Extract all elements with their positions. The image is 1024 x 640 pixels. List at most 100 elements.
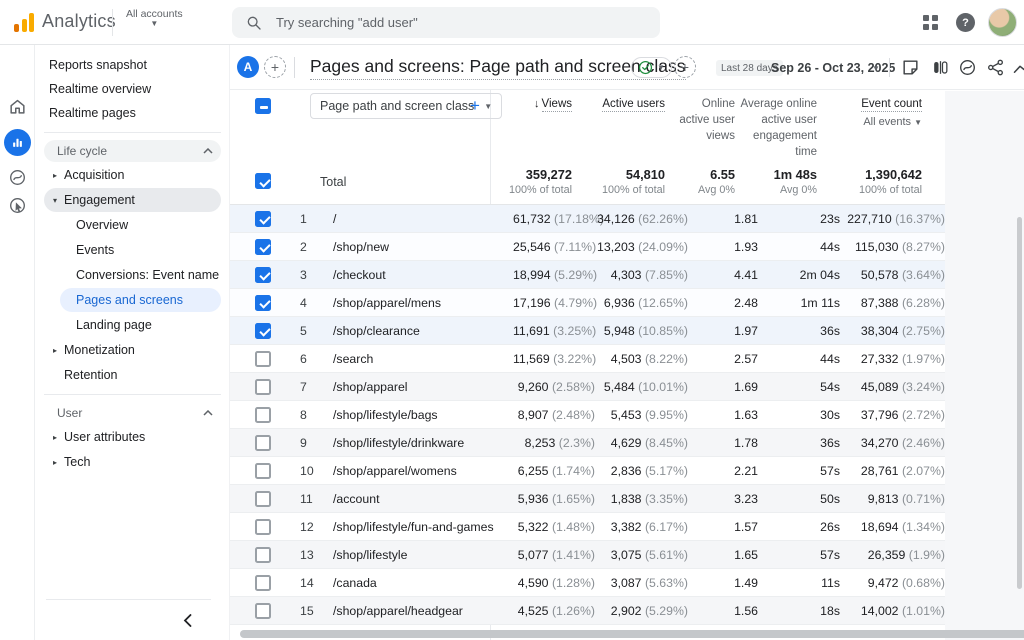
sidebar-item-overview[interactable]: Overview: [60, 213, 221, 237]
analytics-logo-icon: [14, 13, 36, 32]
row-checkbox[interactable]: [255, 519, 271, 535]
row-number: 15: [300, 604, 333, 618]
avatar[interactable]: [988, 8, 1017, 37]
row-checkbox[interactable]: [255, 239, 271, 255]
section-user[interactable]: User: [44, 402, 221, 424]
search-placeholder: Try searching "add user": [276, 15, 418, 30]
views-cell: 4,590 (1.28%): [513, 576, 595, 590]
column-header-online-active-user-views[interactable]: Online active user views: [677, 96, 735, 144]
total-active-users: 54,810100% of total: [602, 167, 665, 196]
active-users-cell: 13,203 (24.09%): [595, 240, 688, 254]
chevron-up-icon: [203, 410, 213, 416]
column-header-active-users[interactable]: Active users: [602, 96, 665, 112]
sidebar-item-monetization[interactable]: ▸Monetization: [44, 338, 221, 362]
engagement-time-cell: 26s: [758, 520, 840, 534]
insights-icon[interactable]: [1012, 58, 1024, 77]
sidebar-item-acquisition[interactable]: ▸Acquisition: [44, 163, 221, 187]
advertising-icon[interactable]: [4, 192, 31, 219]
saved-state-pill[interactable]: ▼: [631, 57, 672, 78]
sidebar-item-conversions[interactable]: Conversions: Event name: [60, 263, 221, 287]
active-users-cell: 5,453 (9.95%): [595, 408, 688, 422]
engagement-time-cell: 36s: [758, 436, 840, 450]
sidebar-item-realtime-pages[interactable]: Realtime pages: [36, 101, 229, 125]
total-engagement-time: 1m 48sAvg 0%: [774, 167, 817, 196]
notes-icon[interactable]: [901, 58, 920, 77]
report-title[interactable]: Pages and screens: Page path and screen …: [310, 56, 686, 80]
row-checkbox[interactable]: [255, 603, 271, 619]
event-count-cell: 9,813 (0.71%): [840, 492, 945, 506]
column-header-avg-engagement-time[interactable]: Average online active user engagement ti…: [733, 96, 817, 160]
column-header-event-count[interactable]: Event count All events ▼: [861, 96, 922, 130]
sidebar-item-landing-page[interactable]: Landing page: [60, 313, 221, 337]
chevron-down-icon: ▼: [914, 118, 922, 127]
apps-grid-icon[interactable]: [923, 15, 938, 30]
event-filter-dropdown[interactable]: All events ▼: [861, 115, 922, 130]
explore-link-icon[interactable]: [958, 58, 977, 77]
engagement-time-cell: 2m 04s: [758, 268, 840, 282]
sidebar-item-reports-snapshot[interactable]: Reports snapshot: [36, 53, 229, 77]
engagement-time-cell: 57s: [758, 548, 840, 562]
oauv-cell: 2.48: [688, 296, 758, 310]
horizontal-scrollbar[interactable]: [240, 630, 1024, 638]
comparison-icon[interactable]: [931, 58, 950, 77]
sidebar-item-tech[interactable]: ▸Tech: [44, 450, 221, 474]
row-checkbox[interactable]: [255, 379, 271, 395]
sidebar-item-pages-and-screens[interactable]: Pages and screens: [60, 288, 221, 312]
account-switcher[interactable]: All accounts ▼: [126, 8, 183, 28]
sidebar-item-retention[interactable]: Retention: [36, 363, 229, 387]
add-report-icon[interactable]: +: [264, 56, 286, 78]
sidebar-item-label: Events: [76, 243, 114, 257]
add-card-icon[interactable]: +: [674, 56, 696, 78]
property-avatar[interactable]: A: [237, 56, 259, 78]
select-all-checkbox[interactable]: [255, 98, 271, 114]
share-icon[interactable]: [986, 58, 1005, 77]
collapse-sidebar-icon[interactable]: [177, 610, 197, 630]
views-cell: 4,525 (1.26%): [513, 604, 595, 618]
views-cell: 5,077 (1.41%): [513, 548, 595, 562]
row-number: 3: [300, 268, 333, 282]
triangle-right-icon: ▸: [46, 171, 64, 180]
search-input[interactable]: Try searching "add user": [232, 7, 660, 38]
table-row: 6 /search 11,569 (3.22%) 4,503 (8.22%) 2…: [230, 345, 945, 373]
row-checkbox[interactable]: [255, 267, 271, 283]
row-checkbox[interactable]: [255, 575, 271, 591]
active-users-cell: 5,948 (10.85%): [595, 324, 688, 338]
engagement-time-cell: 11s: [758, 576, 840, 590]
row-checkbox[interactable]: [255, 547, 271, 563]
sidebar-item-engagement[interactable]: ▾Engagement: [44, 188, 221, 212]
sidebar-item-label: Acquisition: [64, 168, 124, 182]
table-row: 13 /shop/lifestyle 5,077 (1.41%) 3,075 (…: [230, 541, 945, 569]
page-path: /account: [333, 492, 513, 506]
oauv-cell: 1.69: [688, 380, 758, 394]
section-life-cycle[interactable]: Life cycle: [44, 140, 221, 162]
row-checkbox[interactable]: [255, 295, 271, 311]
row-checkbox[interactable]: [255, 407, 271, 423]
table-row: 11 /account 5,936 (1.65%) 1,838 (3.35%) …: [230, 485, 945, 513]
reports-icon[interactable]: [4, 129, 31, 156]
sidebar-item-user-attributes[interactable]: ▸User attributes: [44, 425, 221, 449]
page-path: /shop/clearance: [333, 324, 513, 338]
total-row-checkbox[interactable]: [255, 173, 271, 189]
row-checkbox[interactable]: [255, 491, 271, 507]
page-path: /shop/new: [333, 240, 513, 254]
active-users-cell: 34,126 (62.26%): [595, 212, 688, 226]
explore-icon[interactable]: [4, 164, 31, 191]
help-icon[interactable]: ?: [956, 13, 975, 32]
row-checkbox[interactable]: [255, 435, 271, 451]
triangle-right-icon: ▸: [46, 433, 64, 442]
column-header-views[interactable]: ↓Views: [534, 96, 572, 112]
row-checkbox[interactable]: [255, 323, 271, 339]
table-row: 1 / 61,732 (17.18%) 34,126 (62.26%) 1.81…: [230, 205, 945, 233]
sidebar-item-events[interactable]: Events: [60, 238, 221, 262]
page-path: /search: [333, 352, 513, 366]
home-icon[interactable]: [4, 93, 31, 120]
row-checkbox[interactable]: [255, 211, 271, 227]
add-dimension-button[interactable]: +: [470, 96, 480, 116]
vertical-scrollbar[interactable]: [1017, 217, 1022, 589]
engagement-time-cell: 18s: [758, 604, 840, 618]
views-cell: 25,546 (7.11%): [513, 240, 595, 254]
sidebar-item-realtime-overview[interactable]: Realtime overview: [36, 77, 229, 101]
row-checkbox[interactable]: [255, 351, 271, 367]
page-path: /shop/lifestyle: [333, 548, 513, 562]
row-checkbox[interactable]: [255, 463, 271, 479]
